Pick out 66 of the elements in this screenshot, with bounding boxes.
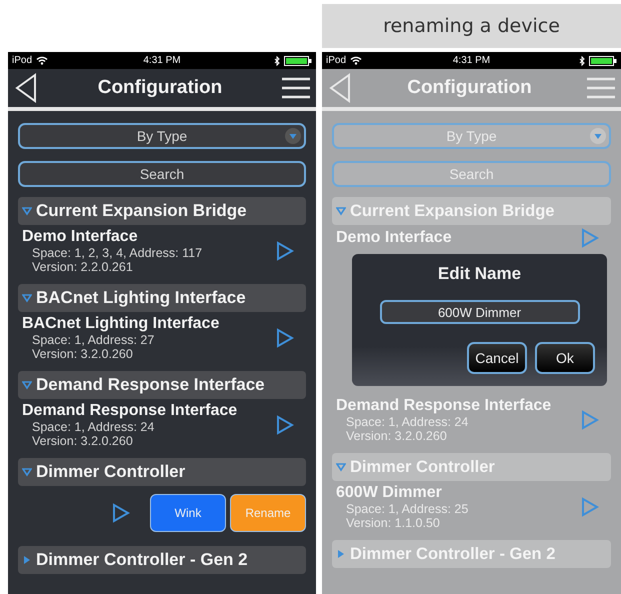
- play-arrow-icon[interactable]: [276, 241, 294, 261]
- action-button[interactable]: Wink: [150, 494, 226, 532]
- device-name: Demand Response Interface: [22, 402, 238, 420]
- device-detail: Space: 1, Address: 24: [345, 415, 470, 429]
- section-title: Dimmer Controller - Gen 2: [36, 550, 248, 570]
- caption-text: renaming a device: [322, 4, 621, 48]
- disclosure-triangle-icon: [22, 555, 32, 565]
- carrier-text: iPod: [12, 55, 32, 66]
- section-title: BACnet Lighting Interface: [36, 288, 246, 308]
- device-detail: Version: 1.1.0.50: [345, 516, 441, 530]
- wifi-icon: [36, 56, 48, 65]
- device-detail: Version: 2.2.0.261: [31, 260, 134, 274]
- time-text: 4:31 PM: [452, 55, 490, 66]
- dialog-button[interactable]: Cancel: [467, 342, 527, 374]
- section-header[interactable]: Current Expansion Bridge: [18, 197, 306, 225]
- device-detail: Space: 1, 2, 3, 4, Address: 117: [31, 246, 202, 260]
- section-header[interactable]: Dimmer Controller: [18, 458, 306, 486]
- dialog-title: Edit Name: [438, 264, 522, 284]
- search-field[interactable]: Search: [332, 161, 611, 187]
- disclosure-triangle-icon: [22, 380, 32, 390]
- screen-title: Configuration: [98, 77, 222, 99]
- caret-icon: [285, 128, 301, 144]
- device-detail: Space: 1, Address: 25: [345, 502, 468, 516]
- wifi-icon: [350, 56, 362, 65]
- dialog-button[interactable]: Ok: [535, 342, 595, 374]
- time-text: 4:31 PM: [143, 55, 181, 66]
- section-title: Demand Response Interface: [36, 375, 265, 395]
- device-detail: Version: 3.2.0.260: [31, 434, 134, 448]
- caret-icon: [590, 128, 606, 144]
- device-detail: Space: 1, Address: 27: [31, 333, 156, 347]
- name-field[interactable]: 600W Dimmer: [380, 300, 580, 324]
- battery-icon: [284, 56, 312, 66]
- section-title: Dimmer Controller: [350, 458, 495, 476]
- device-detail: Version: 3.2.0.260: [31, 347, 134, 361]
- device-name: Demand Response Interface: [336, 397, 552, 415]
- section-title: Dimmer Controller - Gen 2: [350, 544, 556, 564]
- disclosure-triangle-icon: [22, 206, 32, 216]
- back-icon[interactable]: [14, 73, 38, 103]
- section-title: Dimmer Controller: [36, 462, 186, 482]
- disclosure-triangle-icon: [22, 467, 32, 477]
- device-name: Demo Interface: [336, 229, 452, 247]
- disclosure-triangle-icon: [22, 293, 32, 303]
- play-arrow-icon[interactable]: [276, 328, 294, 348]
- section-header[interactable]: Demand Response Interface: [18, 371, 306, 399]
- bluetooth-icon: [274, 56, 280, 66]
- disclosure-triangle-icon: [336, 462, 346, 472]
- disclosure-triangle-icon: [336, 206, 346, 216]
- device-name: BACnet Lighting Interface: [22, 315, 220, 333]
- section-title: Current Expansion Bridge: [350, 202, 554, 220]
- battery-icon: [589, 56, 617, 66]
- device-detail: Space: 1, Address: 24: [31, 420, 156, 434]
- disclosure-triangle-icon: [336, 549, 346, 559]
- device-name: Demo Interface: [22, 228, 139, 246]
- menu-icon[interactable]: [282, 76, 310, 100]
- section-header[interactable]: BACnet Lighting Interface: [18, 284, 306, 312]
- screen-title: Configuration: [407, 77, 532, 99]
- filter-dropdown[interactable]: By Type: [18, 123, 306, 149]
- section-header[interactable]: Dimmer Controller - Gen 2: [18, 546, 306, 574]
- device-name: 600W Dimmer: [336, 484, 443, 502]
- play-arrow-icon[interactable]: [112, 503, 130, 523]
- device-detail: Version: 3.2.0.260: [345, 429, 448, 443]
- search-field[interactable]: Search: [18, 161, 306, 187]
- play-arrow-icon[interactable]: [276, 415, 294, 435]
- bluetooth-icon: [579, 56, 585, 66]
- carrier-text: iPod: [326, 55, 346, 66]
- section-title: Current Expansion Bridge: [36, 201, 247, 221]
